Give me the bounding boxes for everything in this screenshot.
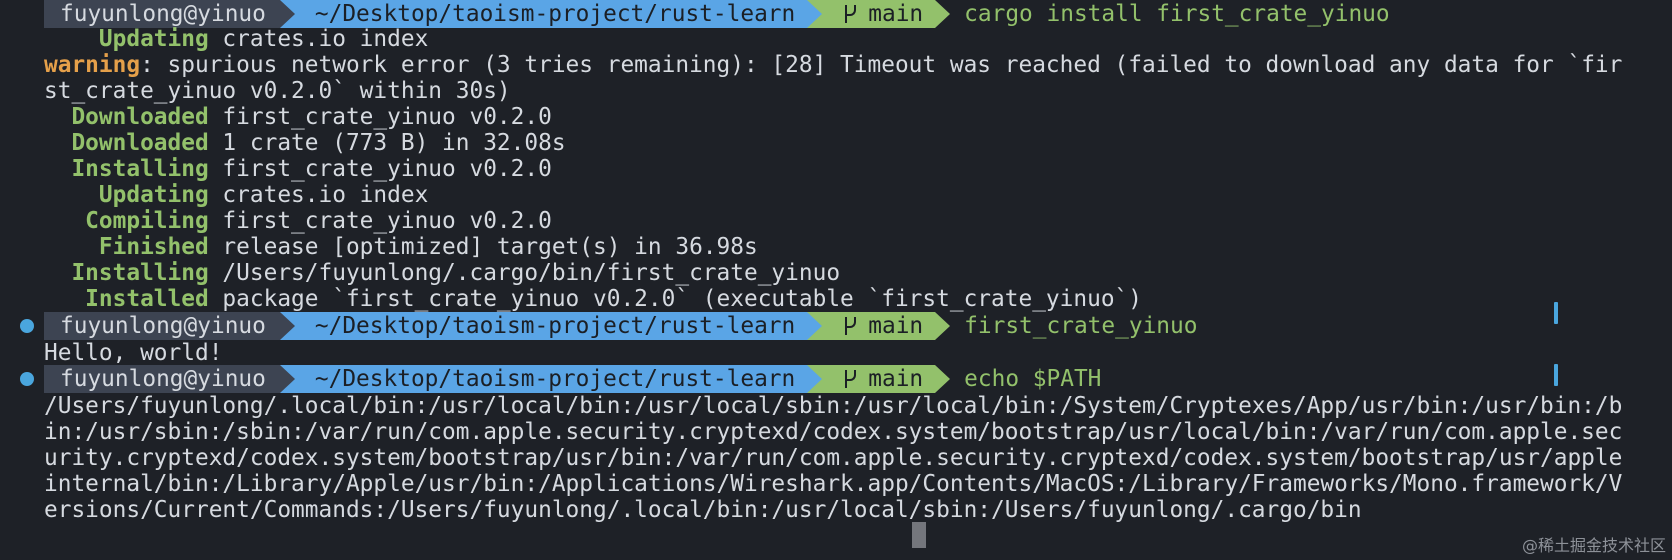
prompt-line: fuyunlong@yinuo ~/Desktop/taoism-project/…	[44, 365, 1101, 393]
prompt-branch: main	[868, 1, 924, 27]
output-line: st_crate_yinuo v0.2.0` within 30s)	[44, 78, 511, 104]
terminal-window[interactable]: fuyunlong@yinuo ~/Desktop/taoism-project/…	[0, 0, 1672, 560]
prompt-line: fuyunlong@yinuo ~/Desktop/taoism-project/…	[44, 0, 1390, 28]
path-output-line: internal/bin:/Library/Apple/usr/bin:/App…	[44, 471, 1623, 497]
prompt-path: ~/Desktop/taoism-project/rust-learn	[294, 0, 808, 28]
warning-line: warning: spurious network error (3 tries…	[44, 52, 1623, 78]
prompt-branch: main	[868, 366, 924, 392]
prompt-user: fuyunlong@yinuo	[44, 0, 280, 28]
output-line: Installing /Users/fuyunlong/.cargo/bin/f…	[44, 260, 841, 286]
prompt-path: ~/Desktop/taoism-project/rust-learn	[294, 312, 808, 340]
output-line: Installing first_crate_yinuo v0.2.0	[44, 156, 552, 182]
git-branch-icon	[842, 315, 858, 337]
prompt-user: fuyunlong@yinuo	[44, 365, 280, 393]
status-dot-icon	[20, 372, 34, 386]
git-branch-icon	[842, 368, 858, 390]
prompt-branch: main	[868, 313, 924, 339]
output-line: Installed package `first_crate_yinuo v0.…	[44, 286, 1142, 312]
git-branch-icon	[842, 3, 858, 25]
command-text: cargo install first_crate_yinuo	[964, 1, 1390, 27]
output-line: Downloaded first_crate_yinuo v0.2.0	[44, 104, 552, 130]
scrollbar-marker[interactable]	[1554, 302, 1558, 324]
path-output-line: in:/usr/sbin:/sbin:/var/run/com.apple.se…	[44, 419, 1623, 445]
hello-output: Hello, world!	[44, 340, 223, 366]
path-output-line: urity.cryptexd/codex.system/bootstrap/us…	[44, 445, 1623, 471]
path-output-line: /Users/fuyunlong/.local/bin:/usr/local/b…	[44, 393, 1623, 419]
output-line: Compiling first_crate_yinuo v0.2.0	[44, 208, 552, 234]
output-line: Finished release [optimized] target(s) i…	[44, 234, 758, 260]
prompt-path: ~/Desktop/taoism-project/rust-learn	[294, 365, 808, 393]
output-line: Updating crates.io index	[44, 182, 429, 208]
watermark: @稀土掘金技术社区	[1521, 536, 1666, 555]
output-line: Updating crates.io index	[44, 26, 429, 52]
output-line: Downloaded 1 crate (773 B) in 32.08s	[44, 130, 566, 156]
command-text: echo $PATH	[964, 366, 1102, 392]
command-text: first_crate_yinuo	[964, 313, 1198, 339]
status-dot-icon	[20, 319, 34, 333]
prompt-line: fuyunlong@yinuo ~/Desktop/taoism-project/…	[44, 312, 1197, 340]
prompt-user: fuyunlong@yinuo	[44, 312, 280, 340]
path-output-line: ersions/Current/Commands:/Users/fuyunlon…	[44, 497, 1362, 523]
text-cursor	[912, 522, 926, 548]
scrollbar-marker[interactable]	[1554, 364, 1558, 386]
